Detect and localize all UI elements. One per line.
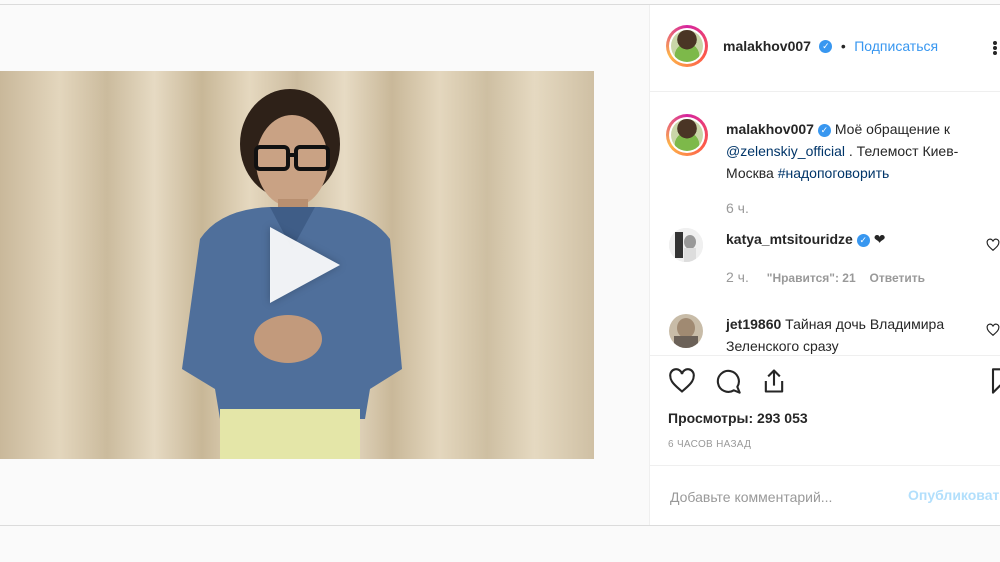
comment-time[interactable]: 2 ч. xyxy=(726,269,749,285)
caption-text-1: Моё обращение к xyxy=(834,121,951,137)
verified-icon: ✓ xyxy=(856,233,870,247)
caption-time[interactable]: 6 ч. xyxy=(726,200,749,216)
comment-like-icon[interactable] xyxy=(986,238,1000,252)
video-player[interactable] xyxy=(0,71,594,459)
instagram-post: malakhov007 ✓ • Подписаться malakhov007 ✓… xyxy=(0,4,1000,526)
publish-button[interactable]: Опубликовать xyxy=(908,487,1000,503)
action-bar: Просмотры: 293 053 6 ЧАСОВ НАЗАД xyxy=(650,355,1000,455)
follow-button[interactable]: Подписаться xyxy=(854,38,938,54)
bookmark-icon[interactable] xyxy=(990,367,1000,395)
views-count[interactable]: Просмотры: 293 053 xyxy=(668,410,808,426)
play-icon[interactable] xyxy=(270,227,340,303)
more-icon[interactable] xyxy=(989,40,1000,56)
heart-icon[interactable] xyxy=(667,367,697,395)
comment-text: ❤ xyxy=(873,231,886,247)
header-username[interactable]: malakhov007 xyxy=(723,38,811,54)
comment-1: katya_mtsitouridze ✓ ❤ xyxy=(726,228,885,250)
comment-avatar-image xyxy=(669,228,703,262)
media-area xyxy=(0,5,649,525)
comment-likes[interactable]: "Нравится": 21 xyxy=(767,271,856,285)
avatar[interactable] xyxy=(666,25,708,67)
verified-icon: ✓ xyxy=(817,123,831,137)
comment-icon[interactable] xyxy=(713,367,743,395)
comment-text-1: Тайная дочь xyxy=(785,316,866,332)
comment-meta: 2 ч. "Нравится": 21 Ответить xyxy=(726,269,925,285)
post-sidebar: malakhov007 ✓ • Подписаться malakhov007 ✓… xyxy=(649,5,1000,525)
comment-2: jet19860 Тайная дочь Владимира Зеленског… xyxy=(726,313,976,355)
share-icon[interactable] xyxy=(759,367,789,395)
comment-avatar[interactable] xyxy=(669,314,703,348)
post-time-ago[interactable]: 6 ЧАСОВ НАЗАД xyxy=(668,439,751,450)
caption-username[interactable]: malakhov007 xyxy=(726,121,814,137)
caption-mention[interactable]: @zelenskiy_official xyxy=(726,143,845,159)
comment-username[interactable]: jet19860 xyxy=(726,316,781,332)
caption-hashtag[interactable]: #надопоговорить xyxy=(778,165,890,181)
comment-like-icon[interactable] xyxy=(986,323,1000,337)
caption-avatar[interactable] xyxy=(666,114,708,156)
caption-text: malakhov007 ✓ Моё обращение к @zelenskiy_… xyxy=(726,118,991,184)
add-comment-section: Опубликовать xyxy=(650,465,1000,526)
comments-list: malakhov007 ✓ Моё обращение к @zelenskiy_… xyxy=(650,92,1000,356)
verified-icon: ✓ xyxy=(819,40,833,54)
post-header: malakhov007 ✓ • Подписаться xyxy=(650,5,1000,92)
comment-avatar-image xyxy=(669,314,703,348)
comment-avatar[interactable] xyxy=(669,228,703,262)
comment-username[interactable]: katya_mtsitouridze xyxy=(726,231,853,247)
reply-button[interactable]: Ответить xyxy=(870,271,925,285)
comment-input[interactable] xyxy=(668,488,892,506)
separator-dot: • xyxy=(840,38,846,54)
